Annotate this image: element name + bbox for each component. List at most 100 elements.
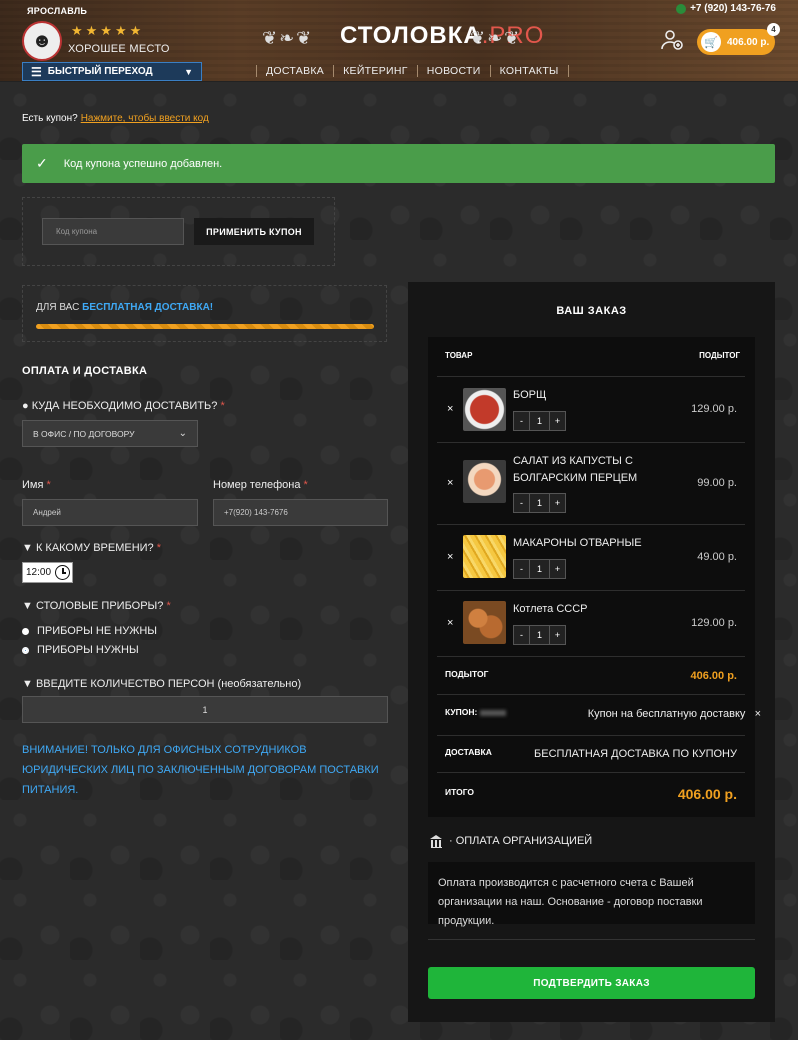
bank-icon [430, 835, 443, 848]
notice-text: ВНИМАНИЕ! ТОЛЬКО ДЛЯ ОФИСНЫХ СОТРУДНИКОВ… [22, 744, 379, 796]
product-name[interactable]: САЛАТ ИЗ КАПУСТЫ С БОЛГАРСКИМ ПЕРЦЕМ [513, 453, 683, 487]
remove-item-icon[interactable]: × [447, 403, 453, 415]
quantity-stepper[interactable]: -1 + [513, 559, 566, 579]
time-label: ▼ К КАКОМУ ВРЕМЕНИ? * [22, 542, 162, 554]
nav-catering[interactable]: КЕЙТЕРИНГ [333, 65, 417, 77]
quantity-stepper[interactable]: -1 + [513, 493, 566, 513]
enter-coupon-link[interactable]: Нажмите, чтобы ввести код [81, 113, 209, 124]
add-user-icon[interactable] [660, 28, 684, 52]
city-label[interactable]: ЯРОСЛАВЛЬ [27, 6, 87, 16]
radio-unselected[interactable] [22, 627, 29, 635]
product-price: 49.00 р. [697, 551, 737, 563]
quantity-value[interactable]: 1 [530, 625, 549, 645]
product-name[interactable]: МАКАРОНЫ ОТВАРНЫЕ [513, 535, 683, 552]
time-input[interactable]: 12:00 [22, 562, 73, 583]
quick-nav-button[interactable]: ☰ БЫСТРЫЙ ПЕРЕХОД ▼ [22, 62, 202, 81]
cart-button[interactable]: 🛒 406.00 р. 4 [697, 23, 780, 55]
coupon-code-blurred [480, 709, 507, 716]
quantity-stepper[interactable]: -1 + [513, 625, 566, 645]
cart-total: 406.00 р. [727, 36, 770, 48]
minus-button[interactable]: - [513, 493, 530, 513]
col-subtotal: ПОДЫТОГ [699, 351, 740, 360]
free-delivery-box [22, 285, 387, 342]
free-delivery-progress [36, 324, 374, 329]
quantity-value[interactable]: 1 [530, 493, 549, 513]
cart-icon: 🛒 [701, 32, 721, 52]
cutlery-option-yes[interactable]: ПРИБОРЫ НУЖНЫ [22, 644, 139, 656]
nav-news[interactable]: НОВОСТИ [416, 65, 490, 77]
chevron-down-icon: ⌄ [178, 428, 187, 439]
nav-contacts[interactable]: КОНТАКТЫ [489, 65, 569, 77]
plus-button[interactable]: + [549, 493, 566, 513]
place-label: ХОРОШЕЕ МЕСТО [68, 43, 170, 55]
product-image[interactable] [463, 460, 506, 503]
nav-delivery[interactable]: ДОСТАВКА [256, 65, 333, 77]
coupon-question: Есть купон? Нажмите, чтобы ввести код [22, 113, 209, 124]
quantity-value[interactable]: 1 [530, 411, 549, 431]
row-divider [437, 694, 745, 695]
order-title: ВАШ ЗАКАЗ [556, 305, 627, 317]
minus-button[interactable]: - [513, 625, 530, 645]
row-divider [437, 376, 745, 377]
delivery-label: ДОСТАВКА [445, 747, 492, 757]
remove-coupon-icon[interactable]: × [755, 708, 761, 720]
coupon-label: КУПОН: [445, 707, 507, 717]
product-image[interactable] [463, 388, 506, 431]
logo-chef-icon[interactable]: ☻ [22, 21, 62, 61]
where-label: ● КУДА НЕОБХОДИМО ДОСТАВИТЬ? * [22, 400, 225, 412]
coupon-code-input[interactable]: Код купона [42, 218, 184, 245]
minus-button[interactable]: - [513, 559, 530, 579]
apply-coupon-button[interactable]: ПРИМЕНИТЬ КУПОН [194, 218, 314, 245]
product-price: 99.00 р. [697, 477, 737, 489]
plus-button[interactable]: + [549, 559, 566, 579]
col-product: ТОВАР [445, 351, 473, 360]
cutlery-option-no[interactable]: ПРИБОРЫ НЕ НУЖНЫ [22, 625, 157, 637]
remove-item-icon[interactable]: × [447, 551, 453, 563]
delivery-value: БЕСПЛАТНАЯ ДОСТАВКА ПО КУПОНУ [534, 748, 737, 760]
cart-count-badge: 4 [767, 23, 780, 36]
quantity-value[interactable]: 1 [530, 559, 549, 579]
section-title: ОПЛАТА И ДОСТАВКА [22, 365, 148, 377]
menu-icon: ☰ [31, 64, 42, 79]
radio-selected[interactable] [22, 646, 29, 654]
minus-button[interactable]: - [513, 411, 530, 431]
row-divider [437, 656, 745, 657]
total-label: ИТОГО [445, 787, 475, 797]
header-phone[interactable]: +7 (920) 143-76-76 [676, 3, 776, 14]
product-name[interactable]: БОРЩ [513, 387, 683, 404]
subtotal-label: ПОДЫТОГ [445, 669, 489, 679]
product-image[interactable] [463, 535, 506, 578]
chevron-down-icon: ▼ [184, 66, 193, 77]
main-nav: ДОСТАВКА КЕЙТЕРИНГ НОВОСТИ КОНТАКТЫ [256, 65, 569, 77]
product-name[interactable]: Котлета СССР [513, 601, 683, 618]
check-icon: ✓ [36, 155, 48, 171]
product-price: 129.00 р. [691, 403, 737, 415]
confirm-order-button[interactable]: ПОДТВЕРДИТЬ ЗАКАЗ [428, 967, 755, 999]
plus-button[interactable]: + [549, 411, 566, 431]
subtotal-value: 406.00 р. [690, 670, 737, 682]
name-label: Имя * [22, 479, 51, 491]
payment-method-title[interactable]: · ОПЛАТА ОРГАНИЗАЦИЕЙ [430, 835, 592, 848]
row-divider [437, 772, 745, 773]
product-price: 129.00 р. [691, 617, 737, 629]
remove-item-icon[interactable]: × [447, 617, 453, 629]
coupon-applied: Купон на бесплатную доставку × [587, 708, 761, 720]
phone-text: +7 (920) 143-76-76 [690, 3, 776, 14]
plus-button[interactable]: + [549, 625, 566, 645]
ornament-left-icon: ❦❧❦ [262, 28, 314, 48]
ornament-right-icon: ❦❧❦ [470, 28, 522, 48]
row-divider [437, 590, 745, 591]
phone-input[interactable]: +7(920) 143-7676 [213, 499, 388, 526]
row-divider [437, 442, 745, 443]
quantity-stepper[interactable]: -1 + [513, 411, 566, 431]
payment-description: Оплата производится с расчетного счета с… [428, 862, 755, 927]
persons-label: ▼ ВВЕДИТЕ КОЛИЧЕСТВО ПЕРСОН (необязатель… [22, 678, 302, 690]
name-input[interactable]: Андрей [22, 499, 198, 526]
persons-input[interactable]: 1 [22, 696, 388, 723]
remove-item-icon[interactable]: × [447, 477, 453, 489]
clock-icon[interactable] [55, 565, 70, 580]
cutlery-label: ▼ СТОЛОВЫЕ ПРИБОРЫ? * [22, 600, 171, 612]
delivery-place-select[interactable]: В ОФИС / ПО ДОГОВОРУ ⌄ [22, 420, 198, 447]
product-image[interactable] [463, 601, 506, 644]
row-divider [437, 524, 745, 525]
